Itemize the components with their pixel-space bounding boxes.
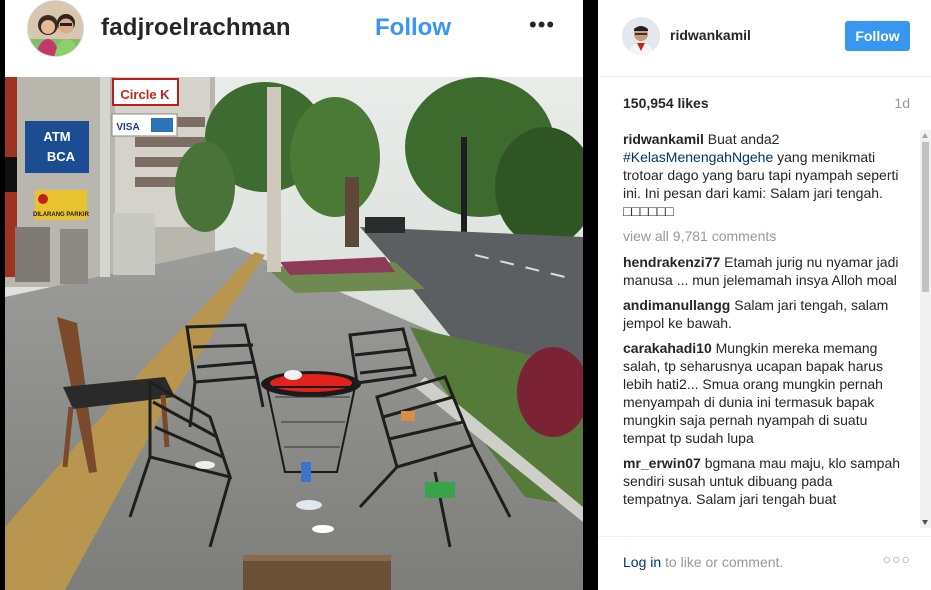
scrollbar-thumb[interactable] xyxy=(922,142,929,292)
comment-username[interactable]: hendrakenzi77 xyxy=(623,254,720,270)
comment-username[interactable]: carakahadi10 xyxy=(623,340,712,356)
sign-circle-k: Circle K xyxy=(120,87,170,102)
comments-list: ridwankamil Buat anda2 #KelasMenengahNge… xyxy=(623,130,905,528)
sign-parking: DILARANG PARKIR xyxy=(33,212,90,218)
scroll-up-arrow-icon[interactable] xyxy=(922,133,928,138)
post-photo[interactable]: Circle K VISA ATM BCA DILARANG PARKIR xyxy=(5,77,583,590)
comment-item: carakahadi10 Mungkin mereka memang salah… xyxy=(623,339,905,447)
sign-atm: ATM xyxy=(43,129,70,144)
instagram-view: fadjroelrachman Follow ••• Circle K VISA… xyxy=(0,0,931,590)
more-options-icon[interactable]: ••• xyxy=(529,12,555,38)
sign-visa: VISA xyxy=(116,122,139,133)
left-avatar[interactable] xyxy=(27,0,84,57)
comments-scrollbar[interactable] xyxy=(920,130,931,528)
login-prompt-text: to like or comment. xyxy=(661,554,784,570)
left-username[interactable]: fadjroelrachman xyxy=(101,14,291,42)
post-timestamp[interactable]: 1d xyxy=(894,95,910,111)
right-follow-button[interactable]: Follow xyxy=(845,21,910,51)
likes-count[interactable]: 150,954 likes xyxy=(623,95,709,111)
right-avatar[interactable] xyxy=(622,17,660,55)
right-username[interactable]: ridwankamil xyxy=(670,27,751,43)
caption-username[interactable]: ridwankamil xyxy=(623,131,704,147)
comment-username[interactable]: mr_erwin07 xyxy=(623,455,701,471)
post-caption: ridwankamil Buat anda2 #KelasMenengahNge… xyxy=(623,130,905,220)
left-follow-button[interactable]: Follow xyxy=(375,14,451,42)
login-link[interactable]: Log in xyxy=(623,554,661,570)
caption-text-before: Buat anda2 xyxy=(703,131,780,147)
scroll-down-arrow-icon[interactable] xyxy=(922,520,928,525)
login-prompt: Log in to like or comment. xyxy=(623,554,783,570)
more-options-icon[interactable]: ○○○ xyxy=(883,551,911,567)
left-post-card: fadjroelrachman Follow ••• Circle K VISA… xyxy=(5,0,583,590)
comment-item: mr_erwin07 bgmana mau maju, klo sampah s… xyxy=(623,454,905,508)
view-all-comments-link[interactable]: view all 9,781 comments xyxy=(623,227,905,245)
sign-bank: BCA xyxy=(47,149,76,164)
caption-hashtag[interactable]: #KelasMenengahNgehe xyxy=(623,149,773,165)
left-post-header: fadjroelrachman Follow ••• xyxy=(5,0,583,77)
comment-username[interactable]: andimanullangg xyxy=(623,297,730,313)
post-detail-panel: ridwankamil Follow 150,954 likes 1d ridw… xyxy=(598,0,931,590)
post-footer: Log in to like or comment. ○○○ xyxy=(598,536,931,590)
right-post-header: ridwankamil Follow xyxy=(598,0,931,77)
comment-item: hendrakenzi77 Etamah jurig nu nyamar jad… xyxy=(623,253,905,289)
comment-item: andimanullangg Salam jari tengah, salam … xyxy=(623,296,905,332)
